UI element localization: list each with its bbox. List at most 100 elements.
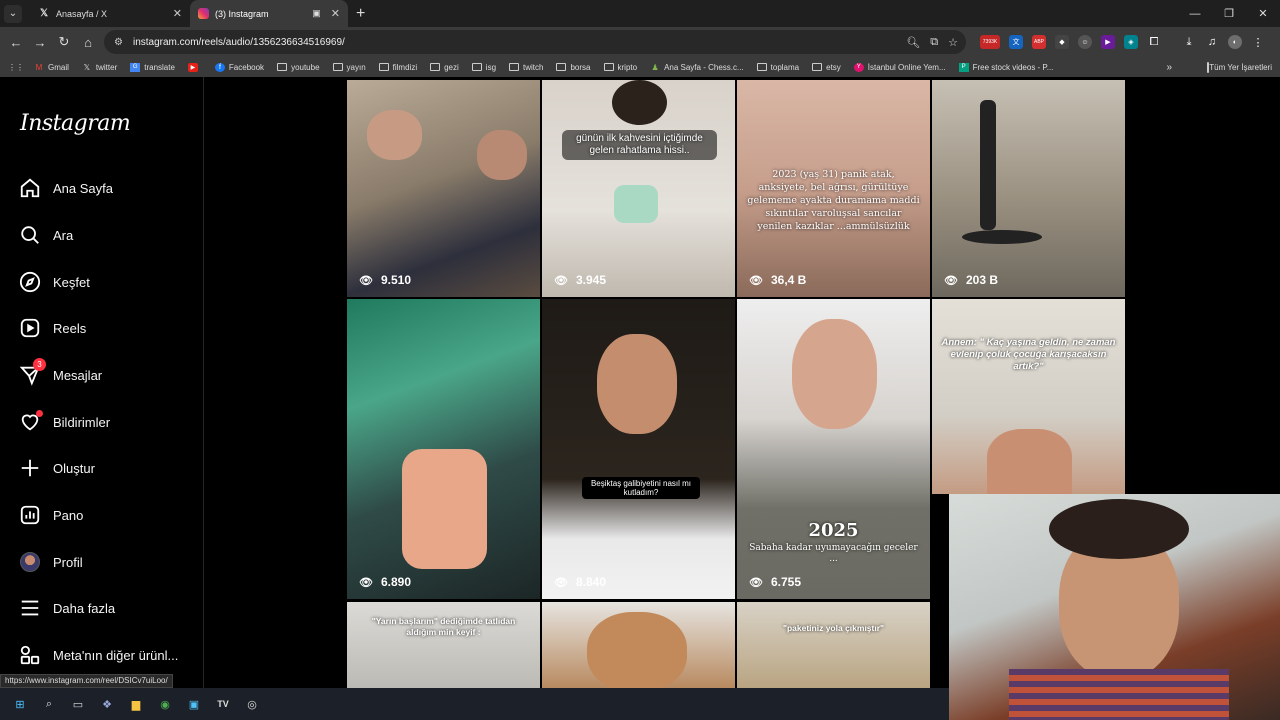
restore-icon[interactable]: ❐ [1212, 7, 1246, 20]
download-icon[interactable]: ⤓ [1182, 35, 1196, 49]
ext-icon[interactable]: ◈ [1124, 35, 1138, 49]
bookmark-folder-isg[interactable]: isg [471, 63, 496, 72]
address-bar[interactable]: ⚙ instagram.com/reels/audio/135623663451… [104, 30, 966, 54]
extension-badge-icon[interactable]: 7393K [980, 35, 1000, 49]
bookmark-folder-twitch[interactable]: twitch [509, 63, 543, 72]
site-info-icon[interactable]: ⚙ [114, 37, 123, 48]
sidebar-item-reels[interactable]: Reels [18, 313, 86, 343]
tab-search-chevron-icon[interactable]: ⌄ [4, 4, 22, 23]
windows-start-icon[interactable]: ⊞ [12, 696, 28, 712]
reel-tile[interactable]: 2023 (yaş 31) panik atak, anksiyete, bel… [737, 80, 930, 297]
bookmark-folder-filmdizi[interactable]: filmdizi [378, 63, 417, 72]
bookmark-label: gezi [444, 62, 459, 72]
bookmark-youtube[interactable]: ▶ [187, 62, 202, 72]
tradingview-icon[interactable]: TV [215, 696, 231, 712]
reel-caption: Sabaha kadar uyumayacağın geceler ... [749, 543, 918, 564]
new-tab-button[interactable]: + [356, 5, 365, 23]
reel-tile[interactable]: Beşiktaş galibiyetini nasıl mı kutladım?… [542, 299, 735, 599]
apps-grid-icon[interactable]: ⋮⋮ [8, 63, 24, 72]
sidebar-item-dashboard[interactable]: Pano [18, 500, 83, 530]
sidebar-item-create[interactable]: Oluştur [18, 453, 95, 483]
bookmark-label: Gmail [48, 62, 69, 72]
bookmark-folder-youtube[interactable]: youtube [277, 62, 320, 72]
minimize-icon[interactable]: — [1178, 8, 1212, 20]
reel-tile[interactable]: 👁︎ 203 B [932, 80, 1125, 297]
star-icon[interactable]: ☆ [948, 36, 958, 49]
search-icon [18, 223, 42, 247]
cast-icon: ▣ [312, 8, 321, 18]
chrome-icon[interactable]: ◉ [157, 696, 173, 712]
diamond-ext-icon[interactable]: ◆ [1055, 35, 1069, 49]
tab-title: Anasayfa / X [56, 8, 108, 19]
sidebar-item-more[interactable]: Daha fazla [18, 593, 115, 623]
zoom-icon[interactable]: 🔍︎ [906, 36, 920, 49]
home-icon[interactable]: ⌂ [76, 35, 100, 50]
translate-icon: G [130, 62, 141, 72]
copilot-icon[interactable]: ❖ [99, 696, 115, 712]
close-icon[interactable]: ✕ [331, 7, 340, 20]
tab-x[interactable]: 𝕏 Anasayfa / X ✕ [30, 0, 190, 27]
reel-tile[interactable]: 2025 Sabaha kadar uyumayacağın geceler .… [737, 299, 930, 599]
bookmark-label: youtube [291, 62, 320, 72]
face-ext-icon[interactable]: ☺ [1078, 35, 1092, 49]
obs-icon[interactable]: ◎ [244, 696, 260, 712]
forward-icon[interactable]: → [28, 35, 52, 50]
puzzle-icon[interactable]: ⧠ [1147, 35, 1161, 49]
search-icon[interactable]: ⌕ [41, 696, 57, 712]
reel-tile[interactable]: Annem: " Kaç yaşına geldin, ne zaman evl… [932, 299, 1125, 494]
sidebar-item-notifications[interactable]: Bildirimler [18, 407, 110, 437]
media-icon[interactable]: ♫ [1205, 35, 1219, 49]
reel-tile[interactable]: "paketiniz yola çıkmıştır" [737, 602, 930, 688]
bookmark-folder-borsa[interactable]: borsa [556, 63, 591, 72]
bookmark-chess[interactable]: ♟ Ana Sayfa - Chess.c... [650, 63, 743, 72]
sidebar-item-label: Keşfet [53, 274, 90, 290]
sidebar-item-explore[interactable]: Keşfet [18, 267, 90, 297]
view-count-text: 8.840 [575, 575, 606, 589]
instagram-logo[interactable]: Instagram [20, 111, 131, 136]
all-bookmarks[interactable]: Tüm Yer İşaretleri [1207, 61, 1272, 73]
bookmark-gmail[interactable]: M Gmail [34, 63, 69, 72]
bookmark-folder-yayin[interactable]: yayın [332, 63, 366, 72]
reel-tile[interactable]: günün ilk kahvesini içtiğimde gelen raha… [542, 80, 735, 297]
bookmark-folder-toplama[interactable]: toplama [756, 63, 799, 72]
bookmark-folder-kripto[interactable]: kripto [603, 63, 637, 72]
tab-instagram[interactable]: (3) Instagram ▣ ✕ [190, 0, 348, 27]
sidebar-item-meta-apps[interactable]: Meta'nın diğer ürünl... [18, 640, 178, 670]
bookmark-folder-etsy[interactable]: etsy [812, 63, 841, 72]
sidebar-item-label: Meta'nın diğer ürünl... [53, 647, 179, 663]
youtube-icon: ▶ [187, 62, 198, 72]
sidebar-item-home[interactable]: Ana Sayfa [18, 173, 113, 203]
chevron-right-icon[interactable]: » [1166, 62, 1172, 73]
back-icon[interactable]: ← [4, 35, 28, 50]
bookmark-folder-gezi[interactable]: gezi [430, 63, 459, 72]
reel-tile[interactable]: 👁︎ 6.890 [347, 299, 540, 599]
bookmark-yemeksepeti[interactable]: Y İstanbul Online Yem... [853, 62, 946, 72]
reel-tile[interactable]: 👁︎ 9.510 [347, 80, 540, 297]
bookmark-facebook[interactable]: f Facebook [214, 62, 264, 72]
folder-icon [603, 63, 614, 72]
bookmark-translate[interactable]: Gtranslate [130, 62, 175, 72]
task-view-icon[interactable]: ▭ [70, 696, 86, 712]
bookmark-pexels[interactable]: P Free stock videos - P... [958, 62, 1054, 72]
bookmark-twitter[interactable]: 𝕏twitter [82, 63, 118, 72]
close-window-icon[interactable]: ✕ [1246, 7, 1280, 20]
bookmark-label: Free stock videos - P... [972, 62, 1054, 72]
sidebar-item-search[interactable]: Ara [18, 220, 73, 250]
reload-icon[interactable]: ↻ [52, 34, 76, 50]
translate-ext-icon[interactable]: 文 [1009, 35, 1023, 49]
reel-tile[interactable]: "Yarın başlarım" dediğimde tatlıdan aldı… [347, 602, 540, 688]
app-icon[interactable]: ▣ [186, 696, 202, 712]
adblock-icon[interactable]: ABP [1032, 35, 1046, 49]
kebab-menu-icon[interactable]: ⋮ [1251, 35, 1265, 49]
twitch-ext-icon[interactable]: ▶ [1101, 35, 1115, 49]
profile-avatar[interactable]: ◐ [1228, 35, 1242, 49]
install-icon[interactable]: ⧉ [930, 36, 938, 49]
sidebar-item-profile[interactable]: Profil [18, 547, 83, 577]
folder-icon[interactable]: ▆ [128, 696, 144, 712]
sidebar-item-messages[interactable]: 3 Mesajlar [18, 358, 102, 390]
status-url-tooltip: https://www.instagram.com/reel/DSICv7uiL… [0, 674, 173, 688]
face-shape [367, 110, 422, 160]
folder-icon [277, 63, 288, 72]
close-icon[interactable]: ✕ [173, 7, 182, 20]
reel-tile[interactable] [542, 602, 735, 688]
